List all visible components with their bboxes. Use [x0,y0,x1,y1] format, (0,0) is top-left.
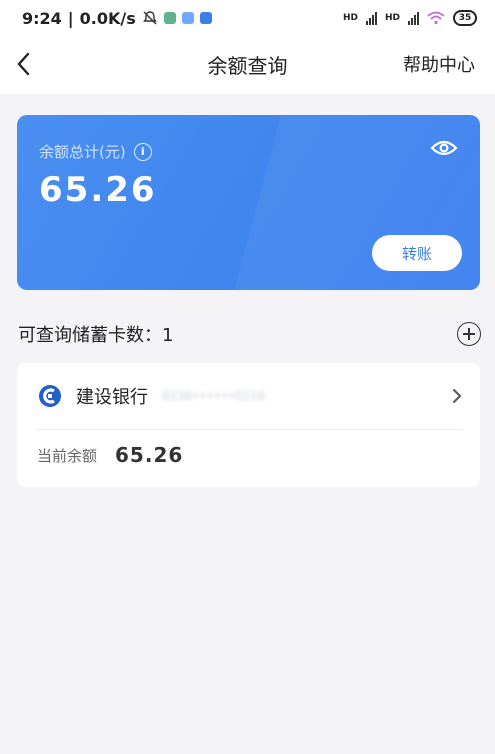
current-balance-value: 65.26 [115,443,184,467]
bell-muted-icon [142,11,157,25]
add-card-icon[interactable] [457,322,481,346]
bank-card-item: 建设银行 6236••••••0216 当前余额 65.26 [17,363,480,487]
transfer-button[interactable]: 转账 [372,235,462,271]
battery-icon: 35 [453,10,477,26]
app-notification-icon [163,12,176,24]
network-speed: 0.0K/s [79,8,136,28]
help-center-link[interactable]: 帮助中心 [403,51,475,77]
hd-label: HD [342,13,358,23]
app-notification-icon [181,12,194,24]
chevron-right-icon[interactable] [450,385,464,407]
balance-total-label: 余额总计(元) i [39,141,152,162]
current-balance-label: 当前余额 [37,446,98,465]
bank-name: 建设银行 [76,387,148,408]
current-balance-row: 当前余额 65.26 [37,443,183,467]
card-number-masked: 6236••••••0216 [162,389,266,403]
hd-label: HD [384,13,400,23]
wifi-icon [427,11,445,25]
card-count-row: 可查询储蓄卡数：1 [18,318,481,350]
balance-total-text: 余额总计(元) [39,143,126,161]
battery-level: 35 [458,13,472,23]
nav-bar: 余额查询 帮助中心 [0,40,495,88]
divider [37,429,462,430]
balance-total-amount: 65.26 [39,170,157,210]
page-title: 余额查询 [207,53,288,78]
eye-icon[interactable] [430,137,458,159]
back-arrow-icon[interactable] [14,50,34,78]
status-separator: | [67,8,74,28]
status-left: 9:24 | 0.0K/s [22,9,212,28]
bank-row[interactable]: 建设银行 6236••••••0216 [17,363,480,429]
balance-summary-card: 余额总计(元) i 65.26 转账 [17,115,480,290]
status-bar: 9:24 | 0.0K/s HD HD 35 [0,0,495,36]
signal-icon [408,11,419,25]
signal-icon [365,11,377,25]
info-icon[interactable]: i [133,142,152,161]
card-count-text: 可查询储蓄卡数：1 [18,325,174,346]
ccb-logo-icon [39,385,61,407]
app-notification-icon [199,12,212,24]
top-area: 9:24 | 0.0K/s HD HD 35 余额查询 帮助中心 [0,0,495,94]
status-time: 9:24 [22,8,62,28]
status-right: HD HD 35 [343,10,477,26]
